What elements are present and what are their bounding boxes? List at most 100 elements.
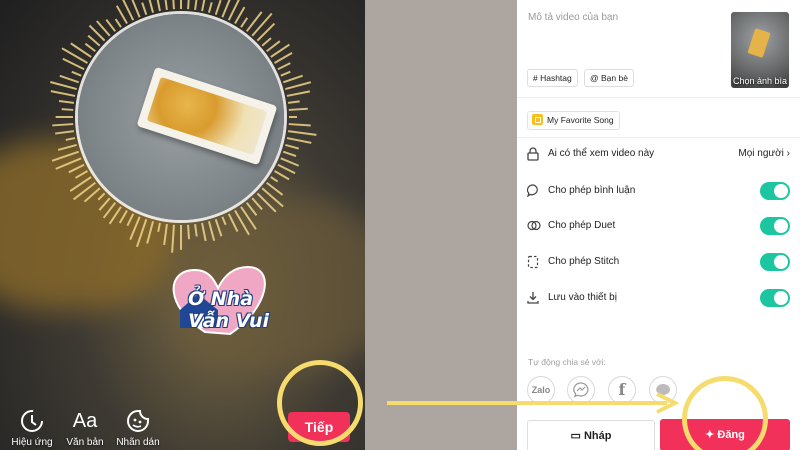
visualizer-spoke [207,221,216,242]
toggle-row-stitch: Cho phép Stitch [527,252,790,272]
privacy-row[interactable]: Ai có thể xem video này Mọi người › [527,144,790,164]
stitch-toggle[interactable] [760,253,790,271]
duet-toggle[interactable] [760,217,790,235]
highlight-circle-next [277,360,363,446]
visualizer-spoke [105,18,117,32]
watermark-line-2: Vẫn Vui [188,310,270,332]
visualizer-spoke [84,42,96,53]
annotation-arrow [387,392,680,414]
sticker-tool[interactable]: Nhãn dán [110,408,166,448]
hashtag-label: Hashtag [540,73,572,83]
text-aa-icon: Aa [72,410,98,432]
hashtag-chip[interactable]: # Hashtag [527,69,578,87]
divider [517,97,800,98]
visualizer-spoke [52,123,74,127]
visualizer-spoke [114,18,122,28]
visualizer-spoke [58,99,75,104]
visualizer-spoke [148,0,155,13]
at-icon: @ [590,73,601,83]
song-chip[interactable]: My Favorite Song [527,111,620,130]
duet-icon [527,220,541,231]
visualizer-spoke [194,223,198,237]
visualizer-spoke [277,163,296,175]
visualizer-spoke [240,17,249,28]
save-toggle[interactable] [760,289,790,307]
music-icon [532,114,543,125]
visualizer-spoke [118,210,128,224]
visualizer-spoke [214,218,223,237]
privacy-label: Ai có thể xem video này [548,148,655,159]
visualizer-spoke [172,0,175,10]
visualizer-spoke [261,37,272,47]
visualizer-spoke [266,40,281,53]
divider-gap [365,0,517,450]
download-icon [527,292,539,304]
divider [517,137,800,138]
visualizer-spoke [221,0,231,18]
stitch-icon [527,255,539,269]
visualizer-spoke [126,213,135,227]
visualizer-spoke [59,74,80,84]
toggle-row-duet: Cho phép Duet [527,216,790,236]
visualizer-spoke [280,70,291,77]
toggle-row-save: Lưu vào thiết bị [527,288,790,308]
visualizer-spoke [288,123,311,127]
description-input[interactable]: Mô tả video của bạn [528,12,618,23]
visualizer-spoke [65,137,76,141]
sticker-icon [127,410,149,432]
visualizer-spoke [282,74,303,84]
visualizer-spoke [194,0,198,11]
mention-friends-chip[interactable]: @ Bạn bè [584,69,634,87]
visualizer-spoke [163,223,168,246]
visualizer-spoke [68,163,85,174]
lock-icon [527,147,539,161]
visualizer-spoke [74,170,88,179]
visualizer-spoke [256,192,277,213]
visualizer-spoke [131,0,141,18]
visualizer-spoke [280,157,300,167]
cover-select[interactable]: Chọn ảnh bìa [731,12,789,88]
autoshare-label: Tự động chia sẻ với: [528,357,606,367]
friends-label: Bạn bè [601,73,628,83]
visualizer-spoke [251,12,273,37]
visualizer-spoke [261,187,284,208]
visualizer-spoke [156,0,161,12]
visualizer-spoke [221,216,227,226]
comments-label: Cho phép bình luận [548,185,636,196]
post-settings-panel: Mô tả video của bạn # Hashtag @ Bạn bè C… [517,0,800,450]
cover-label: Chọn ảnh bìa [732,76,788,86]
draft-label: Nháp [583,430,612,442]
visualizer-spoke [285,143,300,150]
song-title: My Favorite Song [547,115,614,125]
visualizer-spoke [288,107,308,111]
visualizer-spoke [55,130,75,135]
effects-tool[interactable]: Hiệu ứng [4,408,60,448]
cover-thumbnail [747,28,771,58]
visualizer-spoke [187,224,191,240]
visualizer-spoke [277,62,291,71]
draft-icon: ▭ [570,430,584,442]
save-label: Lưu vào thiết bị [548,292,617,303]
visualizer-spoke [227,213,239,232]
visualizer-spoke [287,130,317,136]
visualizer-spoke [207,2,213,13]
video-editor-preview: Ở Nhà Vẫn Vui Hiệu ứng Aa Văn bản Nhãn d… [0,0,365,450]
screen: Ở Nhà Vẫn Vui Hiệu ứng Aa Văn bản Nhãn d… [0,0,800,450]
visualizer-spoke [129,216,141,240]
visualizer-spoke [136,218,148,248]
visualizer-spoke [72,181,96,201]
visualizer-spoke [57,143,77,151]
visualizer-spoke [51,150,80,162]
sticker-label: Nhãn dán [116,437,160,448]
draft-button[interactable]: ▭ Nháp [527,420,655,450]
visualizer-spoke [234,6,246,24]
comments-toggle[interactable] [760,182,790,200]
visualizer-spoke [287,100,300,104]
visualizer-spoke [97,192,106,201]
visualizer-spoke [171,224,175,253]
effects-timer-icon [21,410,43,432]
visualizer-spoke [245,202,258,217]
visualizer-spoke [164,0,168,11]
text-tool[interactable]: Aa Văn bản [57,408,113,448]
visualizer-spoke [274,170,290,181]
